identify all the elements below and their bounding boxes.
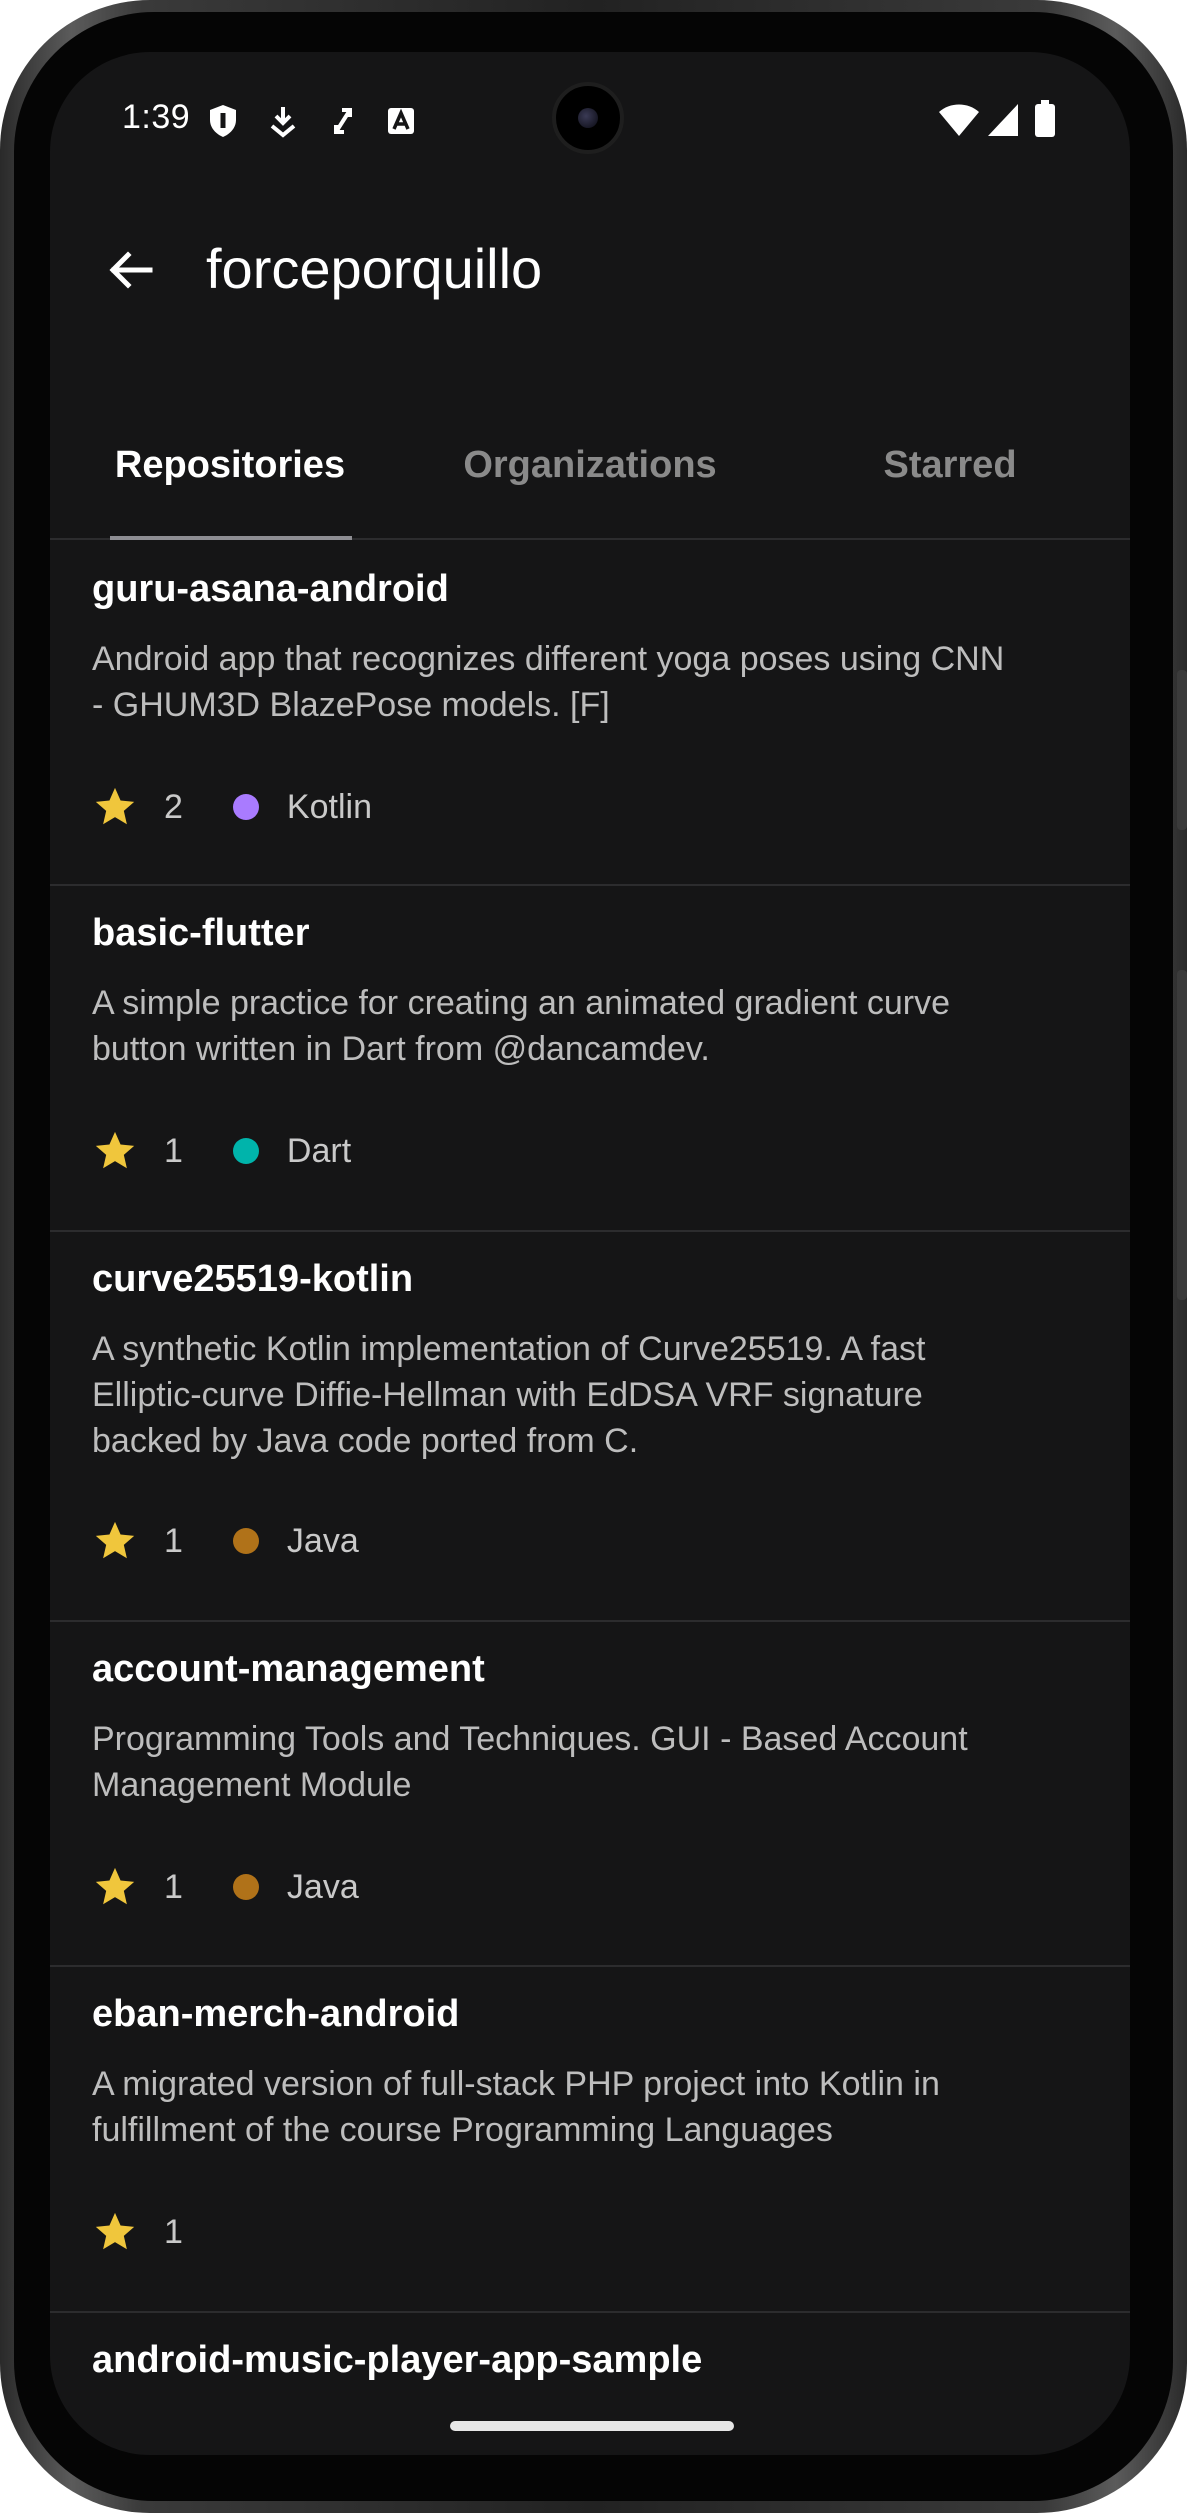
back-button[interactable] — [90, 232, 170, 312]
repo-meta: 1 Java — [92, 1516, 359, 1566]
repo-description: A synthetic Kotlin implementation of Cur… — [92, 1326, 1092, 1464]
repo-description-line: A synthetic Kotlin implementation of Cur… — [92, 1330, 926, 1368]
repo-description-line: A simple practice for creating an animat… — [92, 984, 951, 1022]
repo-item[interactable]: curve25519-kotlin A synthetic Kotlin imp… — [50, 1232, 1130, 1622]
download-icon — [268, 104, 298, 143]
repo-name: curve25519-kotlin — [92, 1258, 414, 1300]
repo-name: eban-merch-android — [92, 1993, 460, 2035]
repo-item[interactable]: account-management Programming Tools and… — [50, 1622, 1130, 1967]
repo-item[interactable]: android-music-player-app-sample — [50, 2313, 1130, 2455]
arrow-back-icon — [106, 246, 154, 299]
cellular-icon — [986, 102, 1024, 143]
language-color-dot — [232, 1874, 259, 1900]
volume-button — [1177, 970, 1187, 1300]
language-label: Dart — [286, 1131, 352, 1170]
star-count: 1 — [164, 1131, 183, 1170]
repo-description-line: Management Module — [92, 1766, 412, 1804]
repo-description-line: A migrated version of full-stack PHP pro… — [92, 2065, 940, 2103]
repo-name: account-management — [92, 1648, 485, 1690]
repo-description: A migrated version of full-stack PHP pro… — [92, 2061, 1092, 2153]
repo-list: guru-asana-android Android app that reco… — [50, 540, 1130, 2455]
front-camera — [552, 82, 624, 154]
sync-icon — [328, 104, 358, 143]
repo-name: guru-asana-android — [92, 568, 449, 610]
star-icon — [92, 1864, 138, 1910]
repo-item[interactable]: eban-merch-android A migrated version of… — [50, 1967, 1130, 2313]
repo-description-line: fulfillment of the course Programming La… — [92, 2111, 833, 2149]
app-bar: forceporquillo — [50, 222, 1130, 322]
home-indicator[interactable] — [450, 2421, 734, 2431]
repo-description-line: Android app that recognizes different yo… — [92, 640, 1005, 678]
repo-item[interactable]: guru-asana-android Android app that reco… — [50, 540, 1130, 886]
language-label: Java — [286, 1521, 359, 1560]
repo-description-line: button written in Dart from @dancamdev. — [92, 1030, 710, 1068]
repo-description-line: Programming Tools and Techniques. GUI - … — [92, 1720, 968, 1758]
language-color-dot — [232, 1528, 259, 1554]
repo-description-line: - GHUM3D BlazePose models. [F] — [92, 686, 610, 724]
shield-icon — [208, 104, 238, 143]
tab-repositories[interactable]: Repositories — [80, 392, 380, 538]
language-color-dot — [232, 1138, 259, 1164]
repo-description: Programming Tools and Techniques. GUI - … — [92, 1716, 1092, 1808]
star-icon — [92, 784, 138, 830]
repo-description: A simple practice for creating an animat… — [92, 980, 1092, 1072]
text-icon — [386, 104, 416, 143]
repo-name: basic-flutter — [92, 912, 310, 954]
status-time: 1:39 — [122, 98, 191, 136]
tab-starred[interactable]: Starred — [800, 392, 1100, 538]
repo-meta: 1 Java — [92, 1862, 359, 1912]
star-count: 1 — [164, 1867, 183, 1906]
power-button — [1177, 670, 1187, 830]
repo-description-line: Elliptic-curve Diffie-Hellman with EdDSA… — [92, 1376, 923, 1414]
page-title: forceporquillo — [206, 237, 543, 300]
repo-meta: 1 — [92, 2207, 183, 2257]
language-color-dot — [232, 794, 259, 820]
repo-item[interactable]: basic-flutter A simple practice for crea… — [50, 886, 1130, 1232]
repo-description: Android app that recognizes different yo… — [92, 636, 1092, 728]
star-count: 1 — [164, 1521, 183, 1560]
star-icon — [92, 1518, 138, 1564]
battery-icon — [1034, 100, 1056, 143]
tab-organizations[interactable]: Organizations — [440, 392, 740, 538]
repo-name: android-music-player-app-sample — [92, 2339, 703, 2381]
repo-meta: 1 Dart — [92, 1126, 351, 1176]
language-label: Java — [286, 1867, 359, 1906]
tab-bar: Repositories Organizations Starred — [50, 392, 1130, 540]
language-label: Kotlin — [286, 787, 372, 826]
star-icon — [92, 1128, 138, 1174]
repo-meta: 2 Kotlin — [92, 782, 372, 832]
wifi-icon — [938, 102, 980, 143]
screen: 1:39 forceporquillo Repositories Organiz… — [50, 52, 1130, 2455]
star-count: 1 — [164, 2212, 183, 2251]
star-count: 2 — [164, 787, 183, 826]
star-icon — [92, 2209, 138, 2255]
status-bar: 1:39 — [50, 52, 1130, 192]
phone-frame: 1:39 forceporquillo Repositories Organiz… — [0, 0, 1187, 2513]
repo-description-line: backed by Java code ported from C. — [92, 1422, 639, 1460]
